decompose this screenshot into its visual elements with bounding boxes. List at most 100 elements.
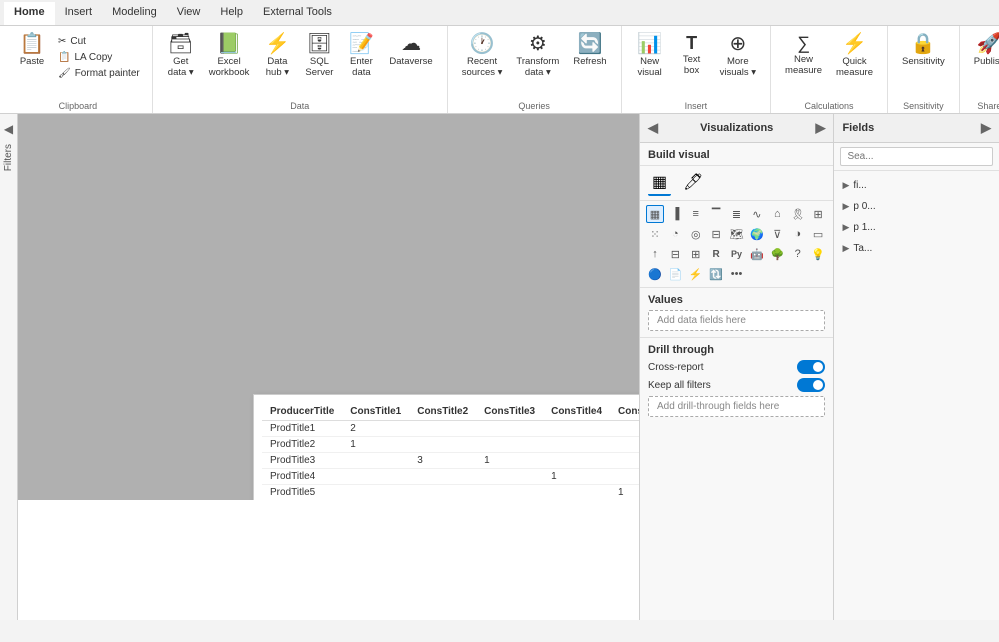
viz-icon-py[interactable]: Py xyxy=(728,245,746,263)
viz-icon-slicer[interactable]: ⊟ xyxy=(666,245,684,263)
dataverse-button[interactable]: ☁ Dataverse xyxy=(383,30,438,71)
new-visual-button[interactable]: 📊 Newvisual xyxy=(630,30,670,83)
cut-label: Cut xyxy=(70,36,86,47)
fields-group-1-label: fi... xyxy=(853,180,866,191)
recent-sources-button[interactable]: 🕐 Recentsources ▾ xyxy=(456,30,509,83)
values-drop-area[interactable]: Add data fields here xyxy=(648,310,825,331)
get-data-button[interactable]: 🗃 Getdata ▾ xyxy=(161,30,201,83)
tab-insert[interactable]: Insert xyxy=(55,2,103,25)
cell-r4-c4 xyxy=(543,485,610,501)
transform-label: Transformdata ▾ xyxy=(516,56,559,79)
viz-icon-stacked-bar[interactable]: ≡ xyxy=(687,205,705,223)
viz-icon-pie[interactable]: ◔ xyxy=(666,225,684,243)
cross-report-toggle[interactable] xyxy=(797,360,825,374)
viz-icons-grid: ▦ ▐ ≡ ▔ ≣ ∿ ⌂ 🎗 ⊞ ⁙ ◔ ◎ ⊟ 🗺 🌍 ⊽ ◑ ▭ xyxy=(640,201,833,288)
viz-icon-smart[interactable]: 💡 xyxy=(809,245,827,263)
chevron-icon-4: ▶ xyxy=(842,243,849,254)
viz-icon-automate[interactable]: 🔃 xyxy=(707,265,725,283)
data-hub-button[interactable]: ⚡ Datahub ▾ xyxy=(257,30,297,83)
viz-icon-column[interactable]: ▔ xyxy=(707,205,725,223)
fields-group-4-header[interactable]: ▶ Ta... xyxy=(834,240,999,257)
cell-r4-c3 xyxy=(476,485,543,501)
viz-icon-r[interactable]: R xyxy=(707,245,725,263)
viz-icon-stacked-col[interactable]: ≣ xyxy=(728,205,746,223)
cut-button[interactable]: ✂ Cut xyxy=(54,34,144,49)
viz-icon-ai[interactable]: 🤖 xyxy=(748,245,766,263)
viz-icon-scatter[interactable]: ⁙ xyxy=(646,225,664,243)
cell-r2-c4 xyxy=(543,453,610,469)
viz-icon-filled-map[interactable]: 🌍 xyxy=(748,225,766,243)
sensitivity-button[interactable]: 🔒 Sensitivity xyxy=(896,30,951,71)
paste-icon: 📋 xyxy=(20,34,45,54)
keep-filters-toggle[interactable] xyxy=(797,378,825,392)
viz-icon-ribbon[interactable]: 🎗 xyxy=(789,205,807,223)
viz-icon-gauge[interactable]: ◑ xyxy=(789,225,807,243)
viz-icon-area[interactable]: ⌂ xyxy=(768,205,786,223)
tab-home[interactable]: Home xyxy=(4,2,55,25)
more-visuals-button[interactable]: ⊕ Morevisuals ▾ xyxy=(714,30,762,83)
tab-help[interactable]: Help xyxy=(210,2,253,25)
viz-icon-line[interactable]: ∿ xyxy=(748,205,766,223)
publish-button[interactable]: 🚀 Publish xyxy=(968,30,999,71)
viz-icon-kpi[interactable]: ↑ xyxy=(646,245,664,263)
viz-icon-power[interactable]: ⚡ xyxy=(687,265,705,283)
main-canvas[interactable]: ProducerTitle ConsTitle1 ConsTitle2 Cons… xyxy=(18,114,639,620)
build-tab-chart[interactable]: ▦ xyxy=(648,170,671,196)
excel-icon: 📗 xyxy=(217,34,242,54)
paste-button[interactable]: 📋 Paste xyxy=(12,30,52,71)
share-section-label: Share xyxy=(968,99,999,113)
viz-icon-more[interactable]: ••• xyxy=(728,265,746,283)
enter-data-icon: 📝 xyxy=(349,34,374,54)
sql-server-button[interactable]: 🗄 SQLServer xyxy=(299,30,339,83)
collapse-filter-icon[interactable]: ◀ xyxy=(4,122,13,136)
enter-data-button[interactable]: 📝 Enterdata xyxy=(341,30,381,83)
viz-icon-arc[interactable]: 🔵 xyxy=(646,265,664,283)
viz-icon-qna[interactable]: ? xyxy=(789,245,807,263)
tab-external-tools[interactable]: External Tools xyxy=(253,2,342,25)
publish-icon: 🚀 xyxy=(977,34,999,54)
viz-icon-treemap[interactable]: ⊟ xyxy=(707,225,725,243)
fields-group-1-header[interactable]: ▶ fi... xyxy=(834,177,999,194)
copy-button[interactable]: 📋 LA Copy xyxy=(54,50,144,65)
cell-r0-c2 xyxy=(409,421,476,437)
refresh-button[interactable]: 🔄 Refresh xyxy=(567,30,612,71)
fields-group-3-header[interactable]: ▶ p 1... xyxy=(834,219,999,236)
sql-server-icon: 🗄 xyxy=(307,34,332,54)
viz-icon-map[interactable]: 🗺 xyxy=(728,225,746,243)
expand-fields-icon[interactable]: ▶ xyxy=(981,120,991,136)
new-visual-label: Newvisual xyxy=(637,56,661,79)
publish-label: Publish xyxy=(974,56,999,67)
fields-search-input[interactable] xyxy=(840,147,993,166)
visualizations-panel: ◀ Visualizations ▶ Build visual ▦ 🖊 ▦ ▐ xyxy=(640,114,834,620)
viz-icon-decomp[interactable]: 🌳 xyxy=(768,245,786,263)
format-painter-button[interactable]: 🖌 Format painter xyxy=(54,66,144,81)
tab-modeling[interactable]: Modeling xyxy=(102,2,167,25)
table-visual[interactable]: ProducerTitle ConsTitle1 ConsTitle2 Cons… xyxy=(253,394,639,509)
ribbon: 📋 Paste ✂ Cut 📋 LA Copy 🖌 Format painter xyxy=(0,26,999,114)
viz-icon-bar[interactable]: ▐ xyxy=(666,205,684,223)
values-label: Values xyxy=(648,294,825,306)
quick-measure-button[interactable]: ⚡ Quickmeasure xyxy=(830,30,879,83)
transform-data-button[interactable]: ⚙ Transformdata ▾ xyxy=(510,30,565,83)
fields-group-2-header[interactable]: ▶ p 0... xyxy=(834,198,999,215)
queries-section-label: Queries xyxy=(456,99,613,113)
viz-icon-matrix[interactable]: ⊞ xyxy=(687,245,705,263)
build-tab-format[interactable]: 🖊 xyxy=(679,170,707,196)
excel-workbook-button[interactable]: 📗 Excelworkbook xyxy=(203,30,256,83)
viz-icon-donut[interactable]: ◎ xyxy=(687,225,705,243)
drill-add-area[interactable]: Add drill-through fields here xyxy=(648,396,825,417)
viz-icon-waterfall[interactable]: ⊞ xyxy=(809,205,827,223)
viz-icon-funnel[interactable]: ⊽ xyxy=(768,225,786,243)
format-painter-icon: 🖌 xyxy=(58,68,71,79)
tab-view[interactable]: View xyxy=(167,2,211,25)
table-row: ProdTitle51 xyxy=(262,485,639,501)
viz-icon-table[interactable]: ▦ xyxy=(646,205,664,223)
fields-group-1: ▶ fi... xyxy=(834,175,999,196)
viz-icon-paginated[interactable]: 📄 xyxy=(666,265,684,283)
viz-icon-card[interactable]: ▭ xyxy=(809,225,827,243)
collapse-viz-icon[interactable]: ◀ xyxy=(648,120,658,136)
new-measure-button[interactable]: ∑ Newmeasure xyxy=(779,30,828,81)
expand-viz-icon[interactable]: ▶ xyxy=(815,120,825,136)
text-box-button[interactable]: T Textbox xyxy=(672,30,712,81)
cell-r2-c3: 1 xyxy=(476,453,543,469)
